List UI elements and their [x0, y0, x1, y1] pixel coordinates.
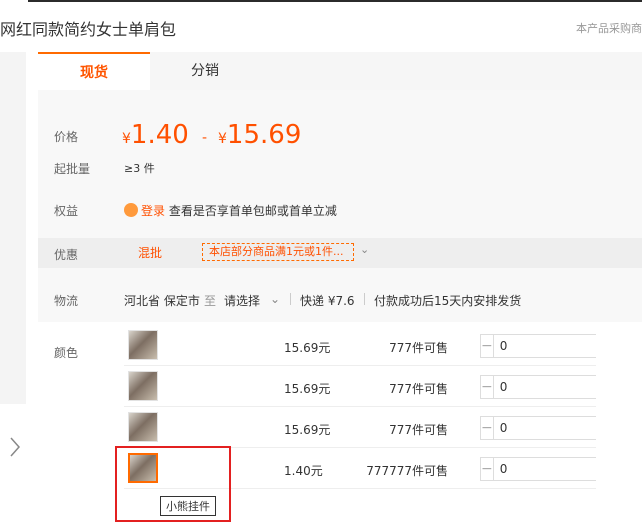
top-divider [28, 0, 642, 2]
ship-time: 付款成功后15天内安排发货 [374, 294, 522, 308]
logistics-to: 至 [204, 294, 217, 308]
price-dash: - [202, 130, 208, 146]
left-thumbnail-rail [0, 52, 26, 404]
promo-desc[interactable]: 本店部分商品满1元或1件... [202, 243, 354, 261]
sku-stock: 777件可售 [389, 382, 448, 396]
benefits-label: 权益 [54, 204, 79, 218]
promo-label: 优惠 [54, 248, 79, 262]
sku-stock: 777件可售 [389, 341, 448, 355]
product-title: 网红同款简约女士单肩包 [0, 20, 177, 39]
destination-select[interactable]: 请选择 [224, 292, 260, 309]
divider [364, 293, 365, 305]
sku-price: 15.69元 [284, 382, 331, 396]
sku-price: 15.69元 [284, 341, 331, 355]
price-low: ¥1.40 [122, 120, 189, 150]
currency-symbol: ¥ [218, 131, 227, 147]
color-label: 颜色 [54, 346, 79, 360]
quantity-input[interactable] [493, 376, 642, 398]
minus-icon[interactable]: − [481, 458, 494, 480]
chevron-right-icon[interactable] [8, 436, 26, 462]
logistics-origin: 河北省 保定市 [124, 294, 200, 308]
chevron-down-icon[interactable]: ⌄ [270, 292, 280, 306]
login-link[interactable]: 登录 [141, 204, 165, 218]
sku-row: 15.69元 777件可售 − + [124, 326, 642, 366]
promo-row: 优惠 混批 本店部分商品满1元或1件... ⌄ [38, 238, 642, 268]
coupon-icon [124, 203, 138, 217]
express-fee: 快递 ¥7.6 [300, 294, 355, 308]
quantity-input[interactable] [493, 335, 642, 357]
price-label: 价格 [54, 130, 79, 144]
quantity-stepper: − + [480, 334, 642, 358]
quantity-stepper: − + [480, 457, 642, 481]
benefits-text: 查看是否享首单包邮或首单立减 [168, 204, 337, 218]
minus-icon[interactable]: − [481, 376, 494, 398]
sku-row: 15.69元 777件可售 − + [124, 408, 642, 448]
price-high: ¥15.69 [218, 120, 301, 150]
currency-symbol: ¥ [122, 131, 131, 147]
minus-icon[interactable]: − [481, 417, 494, 439]
moq-value: ≥3 件 [124, 162, 155, 175]
purchase-notice: 本产品采购商 [576, 22, 642, 35]
sku-thumbnail[interactable] [128, 330, 158, 360]
tab-distribution[interactable]: 分销 [150, 52, 260, 90]
tab-in-stock[interactable]: 现货 [38, 52, 150, 90]
sku-tooltip: 小熊挂件 [160, 496, 216, 516]
sku-price: 15.69元 [284, 423, 331, 437]
quantity-input[interactable] [493, 458, 642, 480]
moq-label: 起批量 [54, 162, 91, 176]
sku-thumbnail[interactable] [128, 412, 158, 442]
logistics-label: 物流 [54, 294, 79, 308]
divider [290, 293, 291, 305]
quantity-stepper: − + [480, 416, 642, 440]
chevron-down-icon[interactable]: ⌄ [360, 243, 369, 256]
minus-icon[interactable]: − [481, 335, 494, 357]
quantity-input[interactable] [493, 417, 642, 439]
promo-tag: 混批 [138, 246, 163, 260]
sku-thumbnail[interactable] [128, 371, 158, 401]
price-low-value: 1.40 [130, 120, 189, 150]
sku-price: 1.40元 [284, 464, 323, 478]
price-high-value: 15.69 [226, 120, 302, 150]
sku-stock: 777777件可售 [366, 464, 448, 478]
sku-stock: 777件可售 [389, 423, 448, 437]
quantity-stepper: − + [480, 375, 642, 399]
sku-row: 15.69元 777件可售 − + [124, 367, 642, 407]
benefits-content: 登录 查看是否享首单包邮或首单立减 [124, 202, 337, 219]
